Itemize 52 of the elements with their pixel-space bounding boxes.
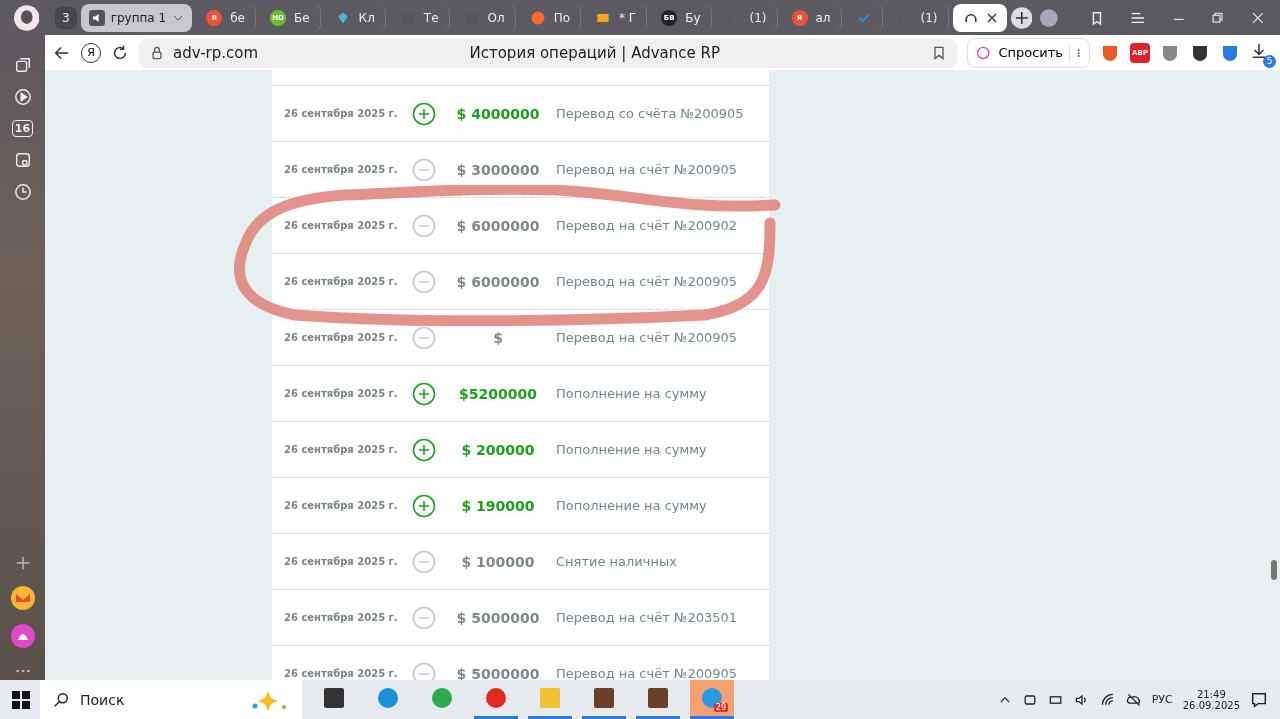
operation-description: Перевод на счёт №200905 — [555, 162, 739, 177]
operation-amount: $ — [492, 329, 504, 346]
browser-tab[interactable]: Кл — [324, 3, 386, 32]
url-text: adv-rp.com — [173, 43, 259, 62]
operation-description: Пополнение на сумму — [555, 442, 708, 457]
address-bar[interactable]: adv-rp.com История операций | Advance RP — [139, 37, 958, 68]
language-indicator[interactable]: РУС — [1151, 693, 1173, 706]
operation-date: 26 сентября 2025 г. — [284, 556, 399, 567]
calendar-icon[interactable]: 16 — [11, 120, 34, 137]
operation-amount: $ 200000 — [460, 441, 536, 458]
taskbar-search-field[interactable]: Поиск — [40, 680, 302, 719]
browser-tab[interactable]: По — [519, 3, 582, 32]
operation-description: Перевод на счёт №200905 — [555, 330, 739, 345]
operation-date: 26 сентября 2025 г. — [284, 164, 399, 175]
operation-date: 26 сентября 2025 г. — [284, 220, 399, 231]
operation-description: Пополнение на сумму — [555, 498, 708, 513]
browser-tab[interactable]: (1) — [886, 3, 949, 32]
tab-group-count[interactable]: 3 — [55, 6, 77, 29]
operation-date: 26 сентября 2025 г. — [284, 332, 399, 343]
operation-amount: $ 6000000 — [455, 273, 541, 290]
operation-description: Перевод на счёт №200902 — [555, 218, 739, 233]
operation-description: Пополнение на сумму — [555, 386, 708, 401]
telegram-app-icon[interactable]: 29 — [690, 680, 734, 719]
operation-amount: $ 5000000 — [455, 609, 541, 626]
operation-amount: $ 6000000 — [455, 217, 541, 234]
tab-group[interactable]: группа 1 — [80, 3, 193, 32]
operation-date: 26 сентября 2025 г. — [284, 500, 399, 511]
operation-amount: $ 5000000 — [455, 665, 541, 680]
operation-amount: $ 100000 — [460, 553, 536, 570]
operation-description: Перевод на счёт №203501 — [555, 610, 739, 625]
operation-date: 26 сентября 2025 г. — [284, 444, 399, 455]
operation-amount: $ 4000000 — [455, 105, 541, 122]
operation-description: Перевод на счёт №200905 — [555, 666, 739, 680]
operation-date: 26 сентября 2025 г. — [284, 612, 399, 623]
operation-date: 26 сентября 2025 г. — [284, 276, 399, 287]
browser-tab[interactable]: Ол — [453, 3, 516, 32]
operation-date: 26 сентября 2025 г. — [284, 108, 399, 119]
tab-group-label: группа 1 — [110, 10, 167, 25]
operation-amount: $5200000 — [458, 385, 538, 402]
operation-date: 26 сентября 2025 г. — [284, 388, 399, 399]
operation-description: Перевод со счёта №200905 — [555, 106, 745, 121]
operation-description: Снятие наличных — [555, 554, 678, 569]
page-title: История операций | Advance RP — [468, 43, 721, 62]
operation-description: Перевод на счёт №200905 — [555, 274, 739, 289]
browser-tab[interactable]: * Г — [585, 3, 648, 32]
taskbar-clock[interactable]: 21:49 26.09.2025 — [1182, 688, 1240, 711]
operation-date: 26 сентября 2025 г. — [284, 668, 399, 679]
operation-amount: $ 190000 — [460, 497, 536, 514]
operation-amount: $ 3000000 — [455, 161, 541, 178]
ask-button[interactable]: Спросить — [967, 37, 1090, 68]
browser-tab[interactable]: (1) — [715, 3, 778, 32]
browser-tab[interactable]: Те — [389, 3, 450, 32]
